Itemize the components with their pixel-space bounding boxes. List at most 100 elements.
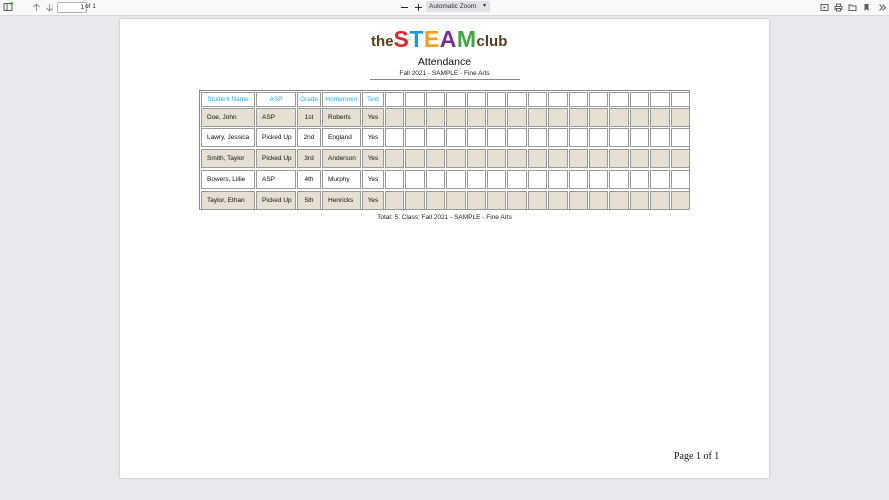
attendance-mark-cell	[487, 128, 507, 147]
date-header-cell	[405, 92, 425, 107]
date-header-cell	[527, 92, 548, 107]
attendance-mark-cell	[609, 149, 629, 168]
attendance-mark-cell	[650, 108, 670, 127]
attendance-table: Student Name ASP Grade Homeroom Text Doe, Joh…	[199, 90, 690, 210]
attendance-mark-cell	[466, 149, 486, 168]
attendance-mark-cell	[670, 108, 690, 127]
attendance-mark-cell	[568, 108, 588, 127]
tools-menu-icon[interactable]	[876, 1, 888, 13]
attendance-mark-cell	[629, 191, 650, 210]
attendance-mark-cell	[609, 108, 629, 127]
attendance-mark-cell	[589, 170, 609, 189]
attendance-mark-cell	[670, 191, 690, 210]
attendance-mark-cell	[650, 191, 670, 210]
presentation-mode-icon[interactable]	[818, 1, 830, 13]
attendance-mark-cell	[385, 108, 405, 127]
page-footer: Page 1 of 1	[674, 451, 720, 462]
zoom-in-icon[interactable]	[412, 1, 424, 13]
date-header-cell	[385, 92, 405, 107]
date-header-cell	[589, 92, 609, 107]
attendance-mark-cell	[609, 128, 629, 147]
zoom-out-icon[interactable]	[398, 1, 410, 13]
attendance-mark-cell	[466, 128, 486, 147]
zoom-select-value: Automatic Zoom	[429, 3, 477, 10]
student-name-cell: Smith, Taylor	[201, 149, 255, 168]
attendance-mark-cell	[670, 128, 690, 147]
column-header: Student Name	[201, 92, 255, 107]
attendance-mark-cell	[466, 191, 486, 210]
attendance-mark-cell	[527, 149, 548, 168]
logo-club: club	[476, 33, 508, 50]
attendance-mark-cell	[507, 108, 527, 127]
attendance-mark-cell	[385, 149, 405, 168]
column-header: ASP	[256, 92, 296, 107]
attendance-mark-cell	[527, 108, 548, 127]
attendance-mark-cell	[425, 191, 446, 210]
attendance-mark-cell	[548, 191, 568, 210]
next-page-icon[interactable]	[43, 1, 55, 13]
attendance-mark-cell	[507, 128, 527, 147]
date-header-cell	[466, 92, 486, 107]
student-name-cell: Doe, John	[201, 108, 255, 127]
attendance-mark-cell	[446, 191, 466, 210]
attendance-mark-cell	[589, 149, 609, 168]
zoom-select[interactable]: Automatic Zoom ▾	[426, 1, 490, 12]
attendance-mark-cell	[589, 191, 609, 210]
attendance-mark-cell	[446, 170, 466, 189]
column-header: Grade	[297, 92, 321, 107]
total-summary: Total: 5, Class: Fall 2021 - SAMPLE - Fi…	[377, 214, 512, 221]
bookmark-icon[interactable]	[860, 1, 872, 13]
attendance-mark-cell	[487, 170, 507, 189]
chevron-down-icon: ▾	[482, 3, 486, 9]
logo-the: the	[371, 33, 394, 50]
text-cell: Yes	[362, 191, 384, 210]
attendance-mark-cell	[527, 191, 548, 210]
grade-cell: 2nd	[297, 128, 321, 147]
date-header-cell	[609, 92, 629, 107]
attendance-mark-cell	[425, 149, 446, 168]
sidebar-toggle-icon[interactable]	[2, 1, 14, 13]
attendance-mark-cell	[670, 149, 690, 168]
attendance-mark-cell	[629, 149, 650, 168]
attendance-mark-cell	[446, 108, 466, 127]
attendance-mark-cell	[385, 191, 405, 210]
text-cell: Yes	[362, 170, 384, 189]
page-number-input[interactable]: 1	[57, 2, 87, 13]
page-count-label: of 1	[85, 3, 96, 10]
previous-page-icon[interactable]	[30, 1, 42, 13]
asp-cell: ASP	[256, 108, 296, 127]
date-header-cell	[568, 92, 588, 107]
attendance-mark-cell	[589, 108, 609, 127]
attendance-mark-cell	[568, 170, 588, 189]
attendance-mark-cell	[405, 108, 425, 127]
attendance-mark-cell	[650, 170, 670, 189]
grade-cell: 3rd	[297, 149, 321, 168]
attendance-mark-cell	[487, 149, 507, 168]
attendance-mark-cell	[425, 108, 446, 127]
attendance-mark-cell	[629, 170, 650, 189]
attendance-mark-cell	[527, 128, 548, 147]
attendance-mark-cell	[405, 191, 425, 210]
attendance-mark-cell	[405, 149, 425, 168]
open-file-icon[interactable]	[846, 1, 858, 13]
attendance-mark-cell	[507, 170, 527, 189]
student-name-cell: Lawry, Jessica	[201, 128, 255, 147]
text-cell: Yes	[362, 128, 384, 147]
attendance-mark-cell	[527, 170, 548, 189]
attendance-mark-cell	[629, 128, 650, 147]
attendance-mark-cell	[425, 170, 446, 189]
homeroom-cell: England	[322, 128, 361, 147]
print-icon[interactable]	[832, 1, 844, 13]
attendance-mark-cell	[466, 108, 486, 127]
student-name-cell: Taylor, Ethan	[201, 191, 255, 210]
toolbar-separator	[52, 3, 53, 12]
attendance-mark-cell	[466, 170, 486, 189]
attendance-mark-cell	[629, 108, 650, 127]
attendance-mark-cell	[385, 128, 405, 147]
document-subtitle: Fall 2021 - SAMPLE - Fine Arts	[399, 70, 490, 77]
attendance-mark-cell	[548, 128, 568, 147]
attendance-mark-cell	[507, 191, 527, 210]
text-cell: Yes	[362, 149, 384, 168]
date-header-cell	[425, 92, 446, 107]
date-header-cell	[650, 92, 670, 107]
